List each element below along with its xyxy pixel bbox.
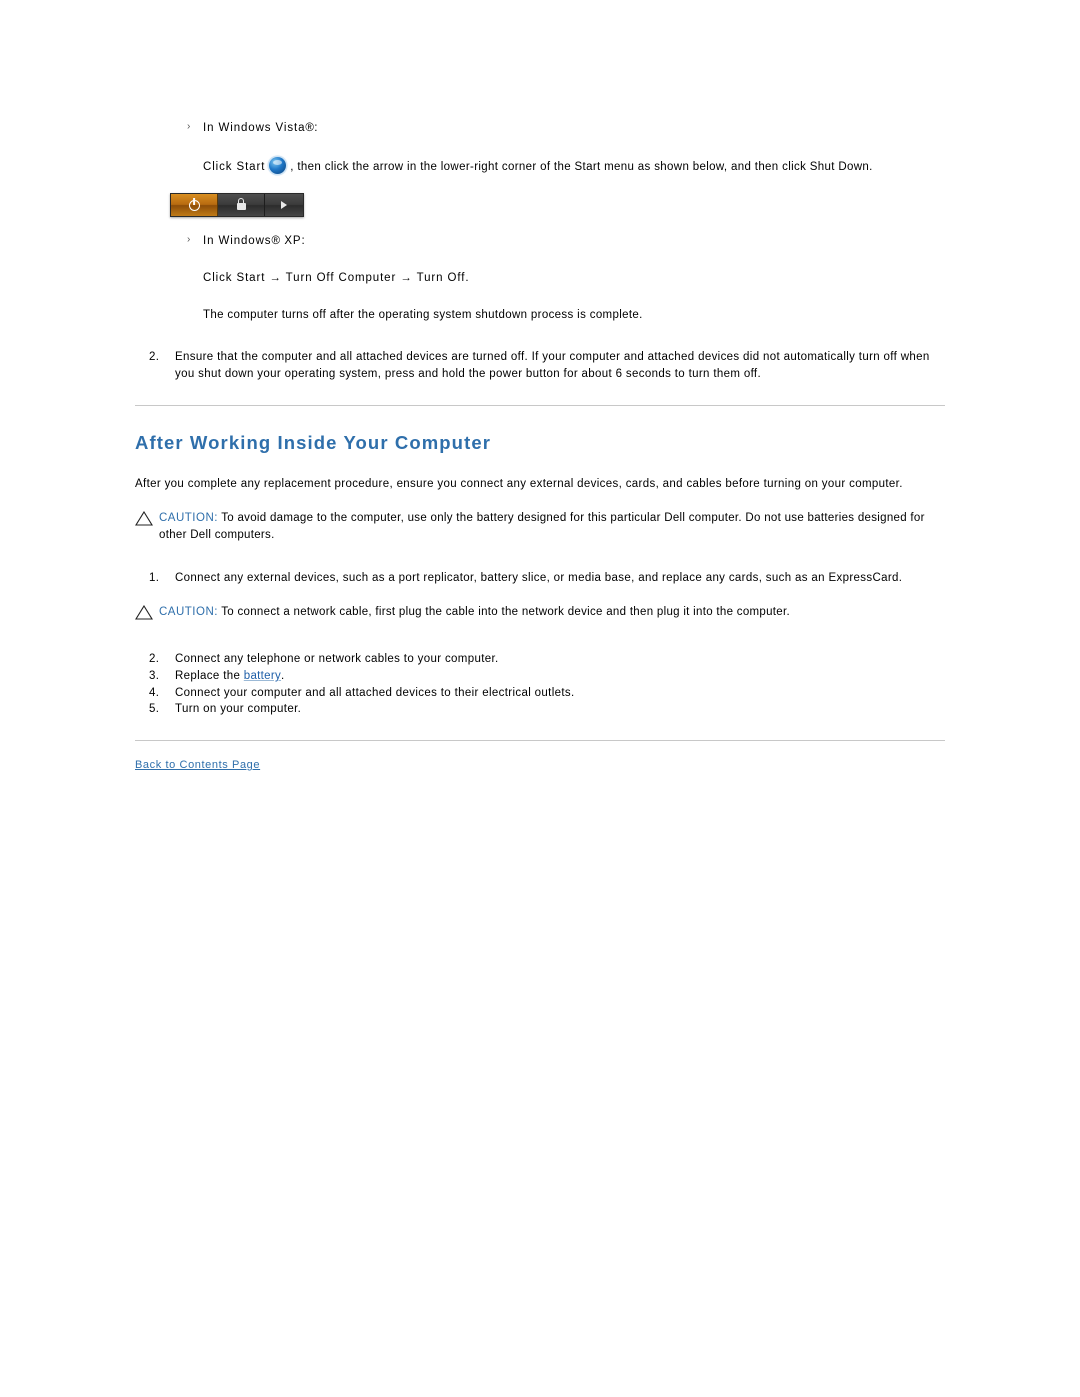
document-page: › In Windows Vista®: Click Start, then c… — [0, 0, 1080, 1397]
section-intro: After you complete any replacement proce… — [135, 477, 903, 490]
xp-instruction: Click Start → Turn Off Computer → Turn O… — [203, 272, 470, 285]
shutdown-complete-note: The computer turns off after the operati… — [203, 308, 643, 321]
xp-bullet-text: In Windows® XP: — [203, 233, 306, 250]
list-item: 3. Replace the battery. — [149, 668, 945, 685]
bullet-marker: › — [187, 234, 191, 246]
right-arrow-icon — [281, 201, 287, 210]
caution-triangle-icon — [135, 604, 159, 625]
caution-block-2: CAUTION: To connect a network cable, fir… — [135, 604, 945, 625]
list-item-text: Connect your computer and all attached d… — [175, 686, 575, 699]
ordered-item-1-number: 1. — [149, 571, 160, 584]
list-item-xp: › In Windows® XP: — [187, 233, 945, 250]
list-item-number: 3. — [149, 670, 160, 683]
ordered-item-1: 1. Connect any external devices, such as… — [149, 570, 945, 587]
power-icon — [188, 199, 200, 211]
document-content: › In Windows Vista®: Click Start, then c… — [135, 120, 945, 773]
section-divider-bottom — [135, 740, 945, 742]
list-item: 4. Connect your computer and all attache… — [149, 685, 945, 702]
vista-instruction: Click Start , then click the arrow in the… — [203, 156, 945, 176]
caution-block-1: CAUTION: To avoid damage to the computer… — [135, 510, 945, 543]
caution-2-text: CAUTION: To connect a network cable, fir… — [159, 604, 945, 621]
xp-label-post: XP: — [280, 235, 306, 248]
list-item-text-pre: Replace the — [175, 670, 244, 683]
list-item-text-post: . — [281, 670, 285, 683]
lock-button-segment — [218, 194, 265, 217]
list-item: 5. Turn on your computer. — [149, 701, 945, 718]
vista-label: In Windows Vista — [203, 122, 306, 134]
caution-2-body: To connect a network cable, first plug t… — [217, 606, 790, 619]
ordered-item-2-text: Ensure that the computer and all attache… — [175, 351, 930, 381]
caution-1-body: To avoid damage to the computer, use onl… — [159, 512, 925, 542]
registered-mark-icon: ® — [305, 122, 315, 134]
caution-1-label: CAUTION: — [159, 512, 218, 525]
list-item-text: Turn on your computer. — [175, 703, 302, 716]
page-title: After Working Inside Your Computer — [135, 431, 492, 453]
list-item-number: 2. — [149, 653, 160, 666]
vista-bullet-text: In Windows Vista®: — [203, 120, 318, 137]
list-item: 2. Connect any telephone or network cabl… — [149, 651, 945, 668]
start-orb-icon — [269, 156, 287, 174]
bullet-marker: › — [187, 121, 191, 132]
back-to-contents-link[interactable]: Back to Contents Page — [135, 759, 260, 771]
section-divider-top — [135, 404, 945, 406]
vista-instruction-pre: Click Start — [203, 160, 266, 173]
vista-shutdown-bar-image — [170, 193, 304, 218]
battery-link[interactable]: battery — [244, 670, 281, 682]
ordered-item-2-number: 2. — [149, 351, 160, 364]
list-item-number: 4. — [149, 686, 160, 699]
lock-icon — [236, 198, 246, 211]
list-item-text: Connect any telephone or network cables … — [175, 653, 499, 666]
vista-colon: : — [314, 122, 318, 134]
ordered-list-final: 2. Connect any telephone or network cabl… — [135, 651, 945, 718]
caution-1-text: CAUTION: To avoid damage to the computer… — [159, 510, 945, 543]
registered-mark-icon: ® — [271, 235, 281, 248]
caution-2-label: CAUTION: — [159, 606, 218, 619]
caution-triangle-icon — [135, 510, 159, 531]
ordered-item-2: 2. Ensure that the computer and all atta… — [149, 349, 945, 382]
list-item-vista: › In Windows Vista®: — [187, 120, 945, 137]
arrow-button-segment — [265, 194, 303, 217]
list-item-number: 5. — [149, 703, 160, 716]
ordered-item-1-text: Connect any external devices, such as a … — [175, 571, 903, 584]
vista-instruction-post: , then click the arrow in the lower-righ… — [290, 160, 873, 173]
power-button-segment — [171, 194, 218, 217]
xp-label-pre: In Windows — [203, 235, 272, 248]
list-item-text: Replace the battery. — [175, 668, 945, 685]
